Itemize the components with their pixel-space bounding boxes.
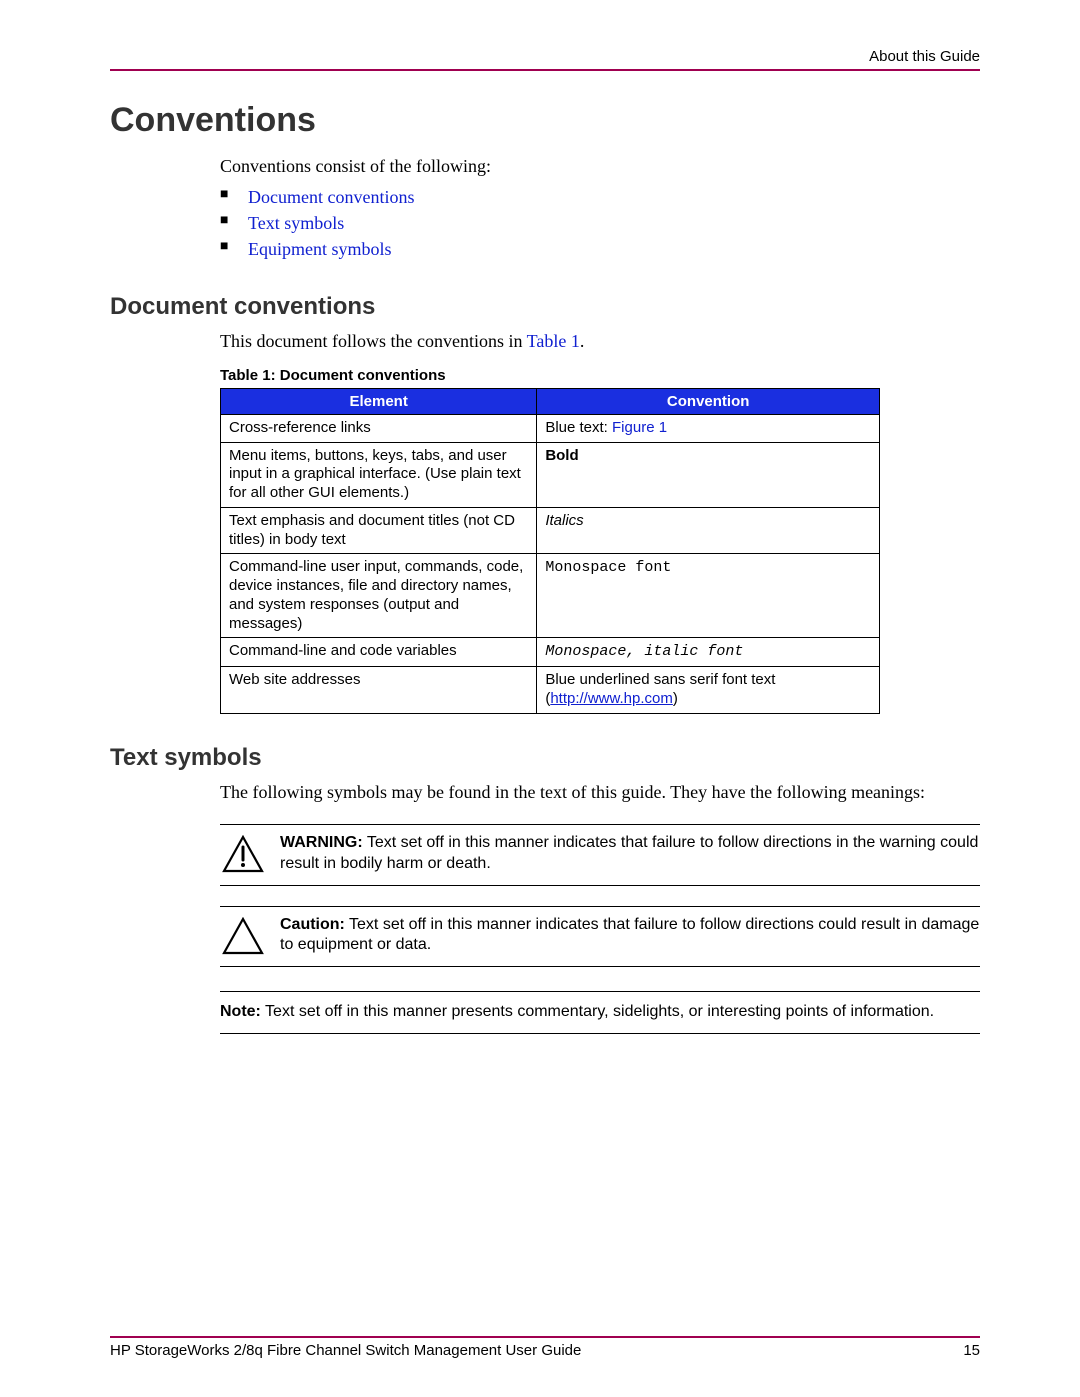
warning-icon — [220, 833, 266, 873]
bullet-item: Document conventions — [220, 184, 980, 210]
link-doc-conventions[interactable]: Document conventions — [248, 187, 414, 207]
table-caption: Table 1: Document conventions — [220, 367, 980, 384]
link-figure1[interactable]: Figure 1 — [612, 419, 667, 436]
table-header-row: Element Convention — [221, 388, 880, 414]
caution-block: Caution: Text set off in this manner ind… — [220, 906, 980, 968]
cell-element: Command-line user input, commands, code,… — [221, 554, 537, 638]
link-hp[interactable]: http://www.hp.com — [550, 690, 673, 707]
text: This document follows the conventions in — [220, 331, 527, 351]
note-text: Text set off in this manner presents com… — [261, 1003, 934, 1020]
heading-text-symbols: Text symbols — [110, 744, 980, 772]
footer: HP StorageWorks 2/8q Fibre Channel Switc… — [110, 1336, 980, 1359]
page-number: 15 — [963, 1342, 980, 1359]
cell-element: Command-line and code variables — [221, 638, 537, 667]
doc-conv-text: This document follows the conventions in… — [220, 329, 980, 353]
note-label: Note: — [220, 1003, 261, 1020]
link-equipment-symbols[interactable]: Equipment symbols — [248, 239, 392, 259]
table-row: Menu items, buttons, keys, tabs, and use… — [221, 442, 880, 507]
warning-block: WARNING: Text set off in this manner ind… — [220, 824, 980, 886]
page: About this Guide Conventions Conventions… — [0, 0, 1080, 1397]
link-table1[interactable]: Table 1 — [527, 331, 580, 351]
text-symbols-intro: The following symbols may be found in th… — [220, 780, 980, 804]
cell-convention: Monospace, italic font — [537, 638, 880, 667]
bullet-list: Document conventions Text symbols Equipm… — [220, 184, 980, 262]
header-rule — [110, 69, 980, 71]
table-row: Web site addresses Blue underlined sans … — [221, 667, 880, 714]
table-row: Command-line user input, commands, code,… — [221, 554, 880, 638]
conventions-table: Element Convention Cross-reference links… — [220, 388, 880, 714]
cell-element: Text emphasis and document titles (not C… — [221, 507, 537, 554]
link-text-symbols[interactable]: Text symbols — [248, 213, 344, 233]
cell-element: Web site addresses — [221, 667, 537, 714]
caution-icon — [220, 915, 266, 955]
table-row: Cross-reference links Blue text: Figure … — [221, 414, 880, 442]
cell-convention: Blue text: Figure 1 — [537, 414, 880, 442]
table-row: Text emphasis and document titles (not C… — [221, 507, 880, 554]
th-element: Element — [221, 388, 537, 414]
footer-title: HP StorageWorks 2/8q Fibre Channel Switc… — [110, 1342, 581, 1359]
note-block: Note: Text set off in this manner presen… — [220, 991, 980, 1034]
bullet-item: Equipment symbols — [220, 236, 980, 262]
text: . — [580, 331, 585, 351]
table-row: Command-line and code variables Monospac… — [221, 638, 880, 667]
bullet-item: Text symbols — [220, 210, 980, 236]
footer-rule — [110, 1336, 980, 1338]
th-convention: Convention — [537, 388, 880, 414]
intro-text: Conventions consist of the following: — [220, 154, 980, 178]
cell-convention: Monospace font — [537, 554, 880, 638]
warning-label: WARNING: — [280, 834, 363, 851]
cell-convention: Bold — [537, 442, 880, 507]
header-section: About this Guide — [110, 48, 980, 65]
cell-element: Cross-reference links — [221, 414, 537, 442]
cell-convention: Italics — [537, 507, 880, 554]
cell-convention: Blue underlined sans serif font text (ht… — [537, 667, 880, 714]
warning-text: WARNING: Text set off in this manner ind… — [280, 833, 980, 875]
caution-label: Caution: — [280, 916, 345, 933]
cell-element: Menu items, buttons, keys, tabs, and use… — [221, 442, 537, 507]
heading-conventions: Conventions — [110, 101, 980, 140]
heading-doc-conventions: Document conventions — [110, 293, 980, 321]
caution-text: Caution: Text set off in this manner ind… — [280, 915, 980, 957]
